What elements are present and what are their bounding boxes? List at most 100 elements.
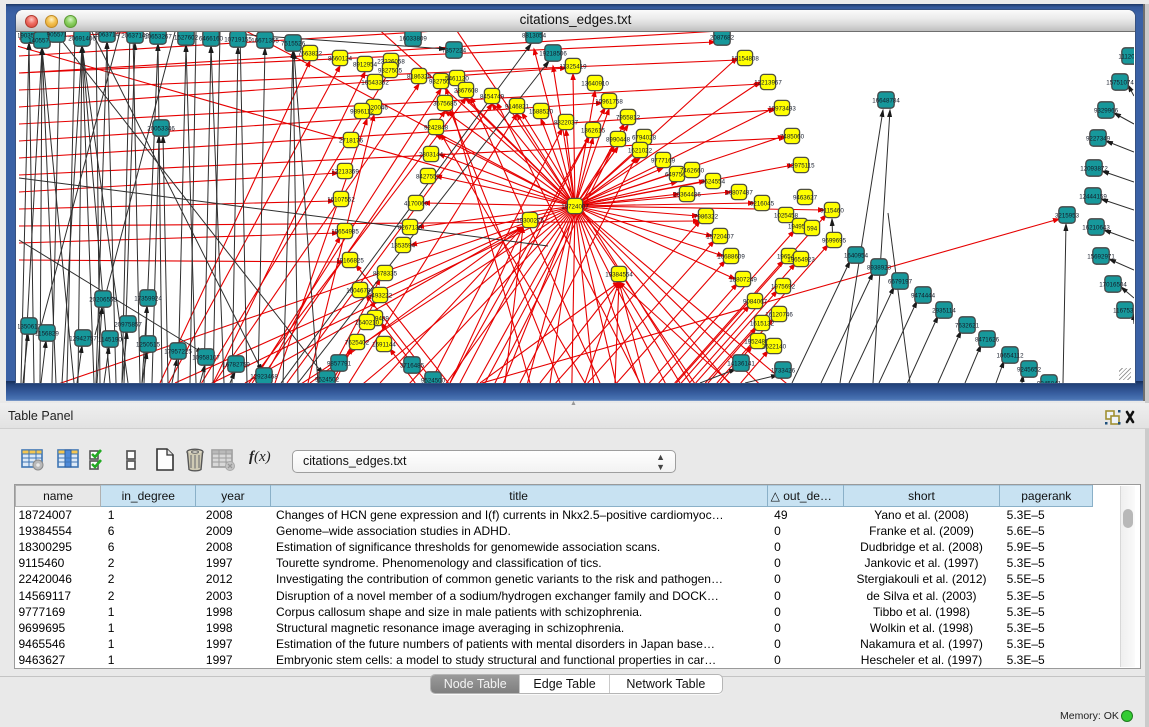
svg-text:10719155: 10719155 <box>224 36 252 43</box>
svg-text:12093872: 12093872 <box>1080 165 1108 172</box>
svg-text:2718176: 2718176 <box>339 137 364 144</box>
svg-text:1112045: 1112045 <box>1118 53 1134 60</box>
svg-text:9474444: 9474444 <box>911 292 936 299</box>
svg-text:15692971: 15692971 <box>1087 253 1115 260</box>
svg-text:3624554: 3624554 <box>701 178 726 185</box>
svg-text:2867608: 2867608 <box>454 87 479 94</box>
svg-text:1350612: 1350612 <box>18 323 42 330</box>
svg-text:19166825: 19166825 <box>336 257 364 264</box>
svg-text:20053346: 20053346 <box>147 125 175 132</box>
svg-text:1145190: 1145190 <box>98 336 122 343</box>
svg-text:9245652: 9245652 <box>1017 366 1042 373</box>
svg-text:5461120: 5461120 <box>445 75 469 82</box>
svg-text:6679197: 6679197 <box>888 278 913 285</box>
svg-text:9115460: 9115460 <box>820 207 844 214</box>
svg-text:9857791: 9857791 <box>327 360 352 367</box>
svg-text:13640910: 13640910 <box>581 80 609 87</box>
svg-text:20691406: 20691406 <box>68 35 96 42</box>
svg-text:8427552: 8427552 <box>416 173 441 180</box>
svg-text:10973493: 10973493 <box>768 105 796 112</box>
svg-text:1621022: 1621022 <box>628 147 653 154</box>
svg-text:10654112: 10654112 <box>996 352 1024 359</box>
svg-text:10688609: 10688609 <box>717 253 745 260</box>
svg-text:16671355: 16671355 <box>251 37 279 44</box>
svg-text:9329966: 9329966 <box>1094 107 1119 114</box>
svg-text:1362615: 1362615 <box>581 127 606 134</box>
svg-text:1691144: 1691144 <box>372 341 396 348</box>
svg-text:10958107: 10958107 <box>192 354 220 361</box>
svg-text:18724007: 18724007 <box>561 203 589 210</box>
svg-text:594: 594 <box>807 225 818 232</box>
svg-text:9146821: 9146821 <box>505 103 530 110</box>
svg-text:20206555: 20206555 <box>89 296 117 303</box>
svg-text:1353594: 1353594 <box>391 242 416 249</box>
svg-text:8912954: 8912954 <box>353 61 378 68</box>
svg-text:19654985: 19654985 <box>331 228 359 235</box>
svg-text:9227349: 9227349 <box>1086 135 1111 142</box>
svg-text:17016504: 17016504 <box>1099 281 1127 288</box>
svg-text:8454749: 8454749 <box>480 93 505 100</box>
svg-text:17957225: 17957225 <box>164 348 192 355</box>
svg-text:12213369: 12213369 <box>331 168 359 175</box>
svg-text:1975692: 1975692 <box>771 283 796 290</box>
svg-text:1615132: 1615132 <box>750 320 775 327</box>
svg-text:8878335: 8878335 <box>373 270 398 277</box>
svg-text:20364436: 20364436 <box>673 191 701 198</box>
svg-text:7955812: 7955812 <box>616 114 641 121</box>
svg-text:12213967: 12213967 <box>754 79 782 86</box>
svg-text:9524502: 9524502 <box>315 376 340 383</box>
svg-text:15751074: 15751074 <box>1106 79 1134 86</box>
svg-text:1588520: 1588520 <box>529 108 554 115</box>
svg-text:1733426: 1733426 <box>771 367 796 374</box>
svg-text:12923468: 12923468 <box>250 373 278 380</box>
svg-text:7485060: 7485060 <box>780 133 805 140</box>
svg-text:7663822: 7663822 <box>298 50 323 57</box>
svg-text:1156829: 1156829 <box>35 330 59 337</box>
svg-text:16648784: 16648784 <box>872 97 900 104</box>
svg-text:7515526: 7515526 <box>281 40 306 47</box>
svg-text:9245041: 9245041 <box>1037 380 1062 383</box>
svg-text:8660124: 8660124 <box>328 55 353 62</box>
svg-text:6466160: 6466160 <box>199 35 224 42</box>
svg-text:7462660: 7462660 <box>680 167 705 174</box>
svg-text:19300275: 19300275 <box>516 217 544 224</box>
svg-text:3215953: 3215953 <box>1055 212 1080 219</box>
svg-text:6216045: 6216045 <box>750 200 775 207</box>
svg-text:3675685: 3675685 <box>433 100 458 107</box>
svg-text:14136141: 14136141 <box>727 360 755 367</box>
svg-text:16782759: 16782759 <box>222 361 250 368</box>
svg-text:11325419: 11325419 <box>559 63 587 70</box>
svg-text:9463627: 9463627 <box>793 194 818 201</box>
svg-text:17359924: 17359924 <box>134 295 162 302</box>
svg-text:9524500: 9524500 <box>421 377 446 383</box>
svg-text:9084067: 9084067 <box>743 298 768 305</box>
svg-text:7986322: 7986322 <box>694 213 719 220</box>
svg-text:2803144: 2803144 <box>419 151 444 158</box>
svg-text:7625402: 7625402 <box>345 339 370 346</box>
svg-text:9327505: 9327505 <box>378 67 403 74</box>
svg-text:19654923: 19654923 <box>787 256 815 263</box>
svg-text:8471626: 8471626 <box>975 336 1000 343</box>
svg-text:12975115: 12975115 <box>787 162 815 169</box>
svg-text:8990448: 8990448 <box>606 136 631 143</box>
svg-text:7632621: 7632621 <box>955 322 980 329</box>
svg-text:1540210: 1540210 <box>355 319 380 326</box>
svg-text:1640954: 1640954 <box>844 252 869 259</box>
svg-text:6794028: 6794028 <box>632 134 657 141</box>
svg-text:16210643: 16210643 <box>1082 224 1110 231</box>
svg-text:2063714: 2063714 <box>95 32 120 38</box>
svg-text:8186328: 8186328 <box>407 73 432 80</box>
svg-text:18807249: 18807249 <box>729 276 757 283</box>
svg-text:5493222: 5493222 <box>368 292 393 299</box>
svg-text:20975857: 20975857 <box>114 321 142 328</box>
svg-text:8813054: 8813054 <box>522 32 547 39</box>
svg-text:8322037: 8322037 <box>554 119 579 126</box>
svg-text:16033809: 16033809 <box>399 35 427 42</box>
svg-text:8267130: 8267130 <box>398 224 423 231</box>
svg-text:1250515: 1250515 <box>136 341 161 348</box>
svg-text:10653267: 10653267 <box>144 33 172 40</box>
svg-text:10807487: 10807487 <box>725 189 753 196</box>
svg-text:3716485: 3716485 <box>400 362 425 369</box>
svg-text:15720407: 15720407 <box>706 233 734 240</box>
svg-text:905571: 905571 <box>47 32 68 38</box>
